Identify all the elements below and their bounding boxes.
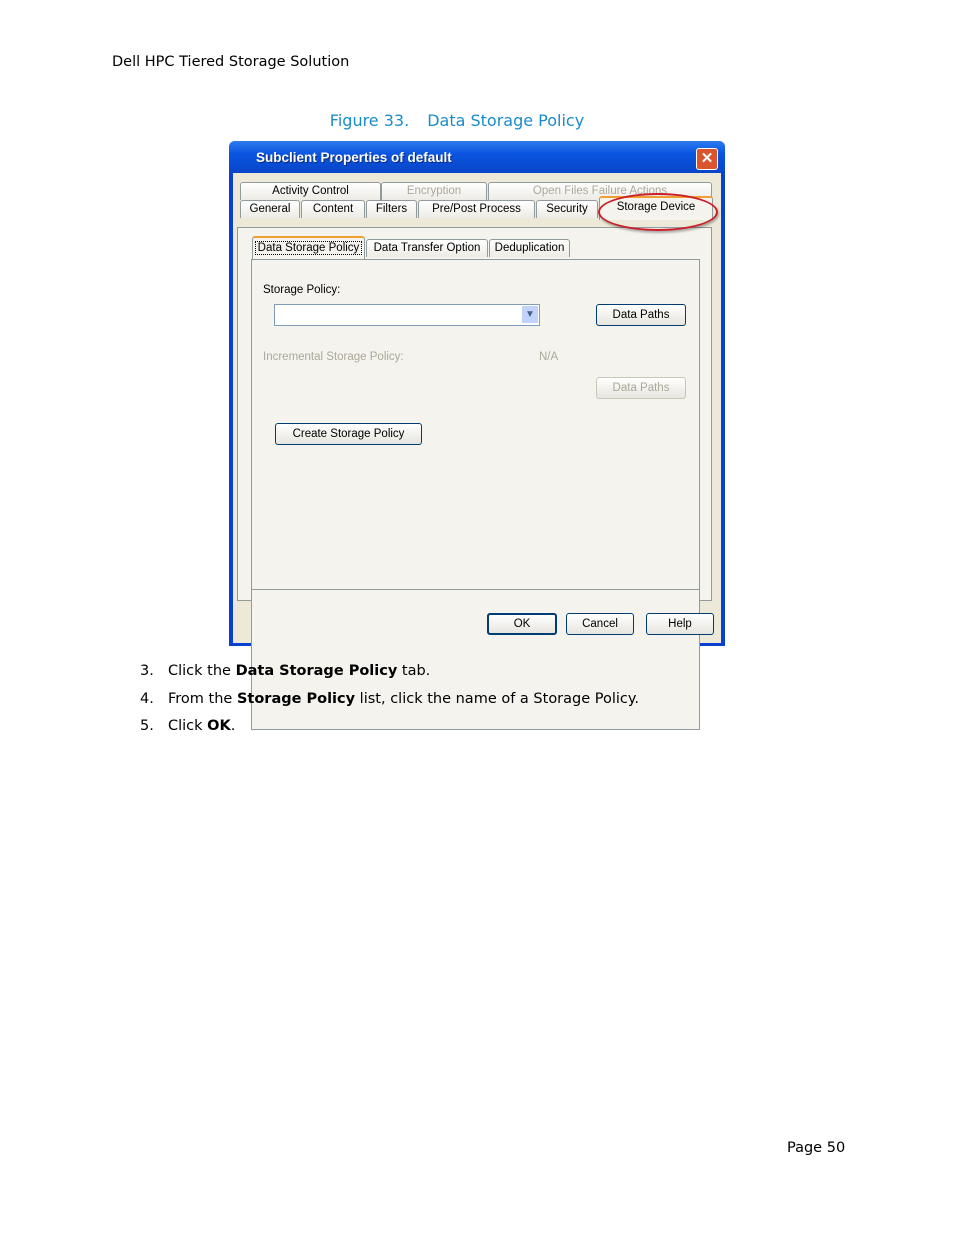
subtab-data-storage-policy[interactable]: Data Storage Policy [252,236,365,259]
step-bold: Data Storage Policy [235,663,398,679]
highlight-ellipse [598,193,718,231]
step-text: Click the [168,663,236,679]
tab-general[interactable]: General [240,200,300,218]
help-button[interactable]: Help [646,613,714,635]
step-3: 3. Click the Data Storage Policy tab. [140,663,430,679]
step-number: 3. [140,663,154,679]
figure-caption: Figure 33. Data Storage Policy [0,111,914,130]
storage-policy-select[interactable]: ▼ [274,304,540,326]
tab-activity-control[interactable]: Activity Control [240,182,381,200]
dialog-body: Activity Control Encryption Open Files F… [233,173,721,730]
step-number: 4. [140,691,154,707]
chevron-down-icon[interactable]: ▼ [522,306,538,323]
subtab-deduplication[interactable]: Deduplication [489,239,570,257]
step-text: . [230,718,236,734]
running-header: Dell HPC Tiered Storage Solution [112,54,350,70]
step-text: list, click the name of a Storage Policy… [355,691,640,707]
step-bold: OK [207,718,231,734]
ok-button[interactable]: OK [487,613,557,635]
title-bar[interactable]: Subclient Properties of default ✕ [229,141,725,173]
tab-pre-post-process[interactable]: Pre/Post Process [418,200,535,218]
page-number: Page 50 [787,1140,846,1156]
step-4: 4. From the Storage Policy list, click th… [140,691,639,707]
dialog-title: Subclient Properties of default [256,150,452,165]
subtab-label: Data Storage Policy [254,241,363,255]
step-bold: Storage Policy [236,691,356,707]
step-text: Click [168,718,208,734]
step-text: tab. [397,663,431,679]
tab-security[interactable]: Security [536,200,598,218]
step-text: From the [168,691,237,707]
tab-filters[interactable]: Filters [366,200,417,218]
tab-content[interactable]: Content [301,200,365,218]
step-5: 5. Click OK. [140,718,235,734]
incremental-storage-policy-value: N/A [539,351,559,363]
data-paths-disabled-button: Data Paths [596,377,686,399]
cancel-button[interactable]: Cancel [566,613,634,635]
storage-policy-label: Storage Policy: [263,284,341,296]
figure-title: Data Storage Policy [427,111,585,130]
close-icon[interactable]: ✕ [696,148,718,170]
step-number: 5. [140,718,154,734]
tab-encryption: Encryption [381,182,487,200]
figure-number: Figure 33. [329,111,410,130]
document-page: Dell HPC Tiered Storage Solution Figure … [0,0,954,1235]
create-storage-policy-button[interactable]: Create Storage Policy [275,423,422,445]
data-paths-button[interactable]: Data Paths [596,304,686,326]
incremental-storage-policy-label: Incremental Storage Policy: [263,351,404,363]
subtab-data-transfer-option[interactable]: Data Transfer Option [366,239,488,257]
